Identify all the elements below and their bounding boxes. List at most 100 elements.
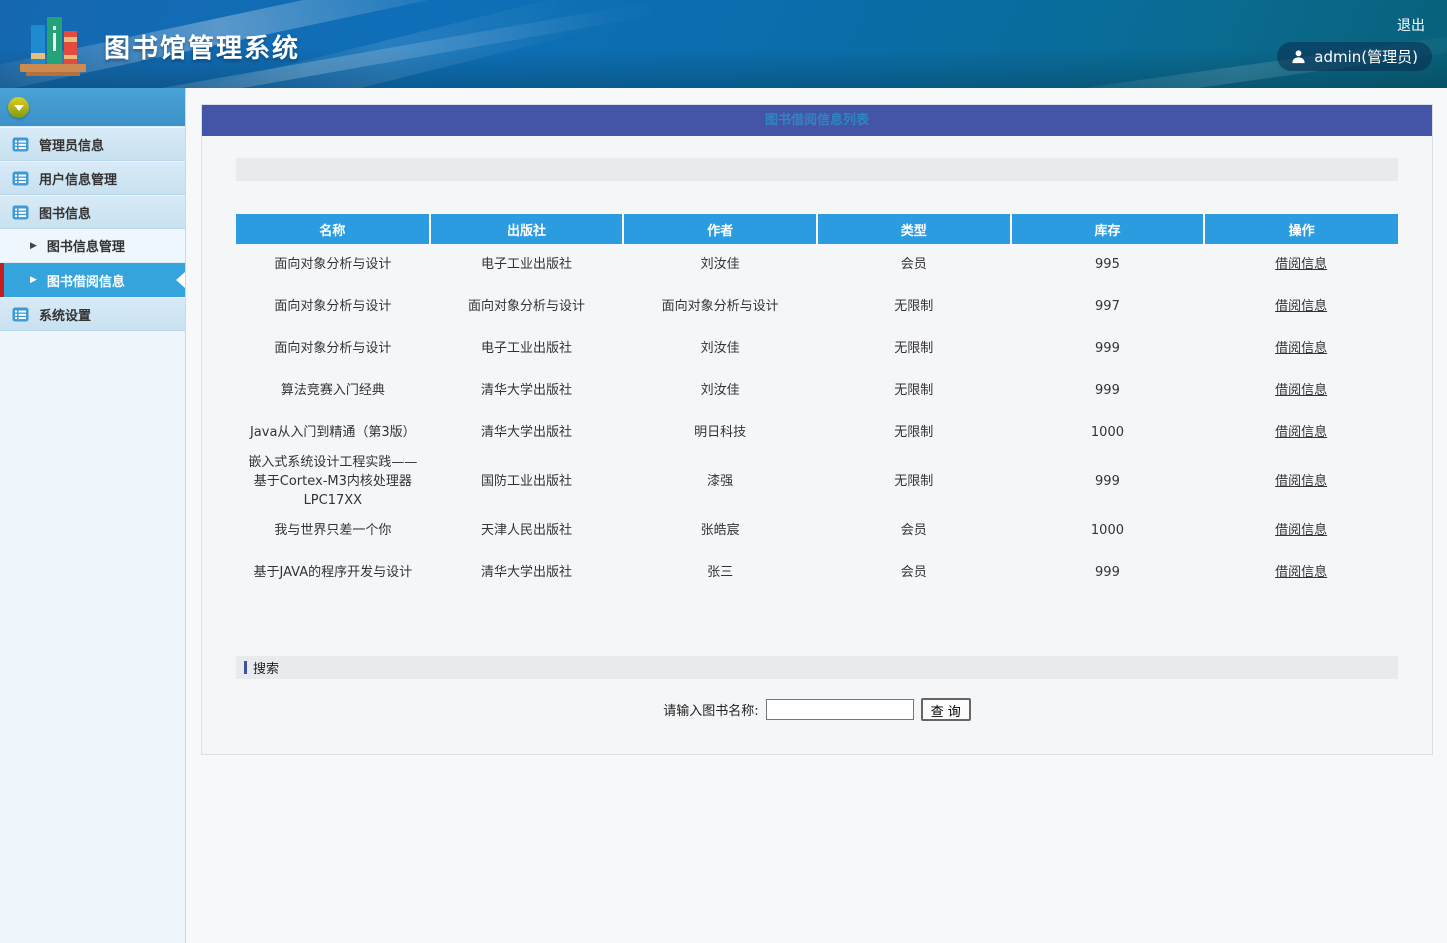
- table-cell: 面向对象分析与设计: [430, 286, 624, 328]
- table-cell: 无限制: [817, 412, 1011, 454]
- table-cell: 算法竞赛入门经典: [236, 370, 430, 412]
- borrow-info-link[interactable]: 借阅信息: [1275, 474, 1327, 489]
- panel-title: 图书借阅信息列表: [202, 105, 1432, 136]
- list-icon: [12, 306, 29, 323]
- table-cell-action: 借阅信息: [1204, 553, 1398, 595]
- main-area: 图书借阅信息列表 名称出版社作者类型库存操作 面向对象分析与设计电子工业出版社刘…: [186, 88, 1447, 943]
- table-cell: 明日科技: [623, 412, 817, 454]
- table-cell: 张三: [623, 553, 817, 595]
- column-header: 出版社: [430, 214, 624, 244]
- books-table: 名称出版社作者类型库存操作 面向对象分析与设计电子工业出版社刘汝佳会员995借阅…: [236, 214, 1398, 595]
- column-header: 库存: [1011, 214, 1205, 244]
- sidebar-item-label: 系统设置: [39, 305, 91, 324]
- bookshelf-logo-icon: [18, 11, 88, 81]
- table-cell: 电子工业出版社: [430, 244, 624, 286]
- table-cell: 1000: [1011, 511, 1205, 553]
- arrow-right-icon: ▶: [30, 241, 37, 251]
- table-row: 算法竞赛入门经典清华大学出版社刘汝佳无限制999 借阅信息: [236, 370, 1398, 412]
- search-section-header: 搜索: [236, 656, 1398, 679]
- table-cell: 嵌入式系统设计工程实践——基于Cortex-M3内核处理器LPC17XX: [236, 454, 430, 511]
- table-cell-action: 借阅信息: [1204, 244, 1398, 286]
- table-cell: 我与世界只差一个你: [236, 511, 430, 553]
- table-cell: 1000: [1011, 412, 1205, 454]
- table-cell: 刘汝佳: [623, 244, 817, 286]
- sidebar-item-user-info[interactable]: 用户信息管理: [0, 161, 185, 195]
- sidebar: 管理员信息 用户信息管理: [0, 88, 186, 943]
- borrow-info-link[interactable]: 借阅信息: [1275, 383, 1327, 398]
- table-cell: 无限制: [817, 454, 1011, 511]
- user-badge[interactable]: admin(管理员): [1277, 42, 1432, 71]
- list-icon: [12, 136, 29, 153]
- sidebar-item-label: 用户信息管理: [39, 169, 117, 188]
- sidebar-toggle-bar: [0, 88, 185, 127]
- table-cell: 无限制: [817, 286, 1011, 328]
- table-cell-action: 借阅信息: [1204, 511, 1398, 553]
- table-cell: 清华大学出版社: [430, 370, 624, 412]
- borrow-info-link[interactable]: 借阅信息: [1275, 523, 1327, 538]
- table-cell: 刘汝佳: [623, 370, 817, 412]
- toolbar-placeholder: [236, 158, 1398, 181]
- table-cell: 清华大学出版社: [430, 553, 624, 595]
- sidebar-item-book-info-manage[interactable]: ▶ 图书信息管理: [0, 229, 185, 263]
- table-cell: 会员: [817, 244, 1011, 286]
- table-cell-action: 借阅信息: [1204, 370, 1398, 412]
- table-row: 面向对象分析与设计电子工业出版社刘汝佳会员995借阅信息: [236, 244, 1398, 286]
- table-row: 基于JAVA的程序开发与设计清华大学出版社张三会员999借阅信息: [236, 553, 1398, 595]
- table-cell: 漆强: [623, 454, 817, 511]
- app-title: 图书馆管理系统: [104, 28, 300, 65]
- table-cell: 无限制: [817, 370, 1011, 412]
- section-accent-bar: [244, 661, 247, 674]
- book-name-input[interactable]: [766, 699, 914, 720]
- search-label: 请输入图书名称:: [663, 700, 758, 719]
- table-cell: 国防工业出版社: [430, 454, 624, 511]
- table-cell: 刘汝佳: [623, 328, 817, 370]
- sidebar-menu: 管理员信息 用户信息管理: [0, 127, 185, 331]
- borrow-info-link[interactable]: 借阅信息: [1275, 341, 1327, 356]
- table-body: 面向对象分析与设计电子工业出版社刘汝佳会员995借阅信息面向对象分析与设计面向对…: [236, 244, 1398, 595]
- sidebar-item-admin-info[interactable]: 管理员信息: [0, 127, 185, 161]
- table-row: 面向对象分析与设计面向对象分析与设计面向对象分析与设计无限制997借阅信息: [236, 286, 1398, 328]
- borrow-info-link[interactable]: 借阅信息: [1275, 257, 1327, 272]
- table-cell: 面向对象分析与设计: [623, 286, 817, 328]
- sidebar-item-label: 图书信息管理: [47, 236, 125, 255]
- search-button[interactable]: 查 询: [921, 698, 971, 721]
- table-cell: Java从入门到精通（第3版）: [236, 412, 430, 454]
- list-icon: [12, 170, 29, 187]
- borrow-info-link[interactable]: 借阅信息: [1275, 425, 1327, 440]
- user-name-label: admin(管理员): [1314, 46, 1418, 67]
- table-row: Java从入门到精通（第3版）清华大学出版社明日科技无限制1000借阅信息: [236, 412, 1398, 454]
- table-cell-action: 借阅信息: [1204, 454, 1398, 511]
- sidebar-collapse-button[interactable]: [8, 97, 29, 118]
- sidebar-item-label: 管理员信息: [39, 135, 104, 154]
- table-cell: 999: [1011, 370, 1205, 412]
- table-cell: 会员: [817, 553, 1011, 595]
- table-row: 面向对象分析与设计电子工业出版社刘汝佳无限制999借阅信息: [236, 328, 1398, 370]
- table-cell: 无限制: [817, 328, 1011, 370]
- column-header: 名称: [236, 214, 430, 244]
- table-cell: 999: [1011, 553, 1205, 595]
- sidebar-item-system-settings[interactable]: 系统设置: [0, 297, 185, 331]
- table-header-row: 名称出版社作者类型库存操作: [236, 214, 1398, 244]
- borrow-info-link[interactable]: 借阅信息: [1275, 299, 1327, 314]
- arrow-right-icon: ▶: [30, 275, 37, 285]
- sidebar-item-label: 图书信息: [39, 203, 91, 222]
- search-section-label: 搜索: [253, 658, 279, 677]
- borrow-info-link[interactable]: 借阅信息: [1275, 565, 1327, 580]
- table-cell: 会员: [817, 511, 1011, 553]
- table-cell-action: 借阅信息: [1204, 328, 1398, 370]
- sidebar-item-book-info[interactable]: 图书信息: [0, 195, 185, 229]
- chevron-down-icon: [14, 105, 24, 111]
- table-cell: 面向对象分析与设计: [236, 328, 430, 370]
- table-row: 嵌入式系统设计工程实践——基于Cortex-M3内核处理器LPC17XX国防工业…: [236, 454, 1398, 511]
- table-cell-action: 借阅信息: [1204, 286, 1398, 328]
- table-cell: 面向对象分析与设计: [236, 286, 430, 328]
- sidebar-item-label: 图书借阅信息: [47, 271, 125, 290]
- sidebar-item-book-borrow-info[interactable]: ▶ 图书借阅信息: [0, 263, 185, 297]
- table-cell: 999: [1011, 454, 1205, 511]
- table-cell-action: 借阅信息: [1204, 412, 1398, 454]
- table-cell: 天津人民出版社: [430, 511, 624, 553]
- header-light-streak: [0, 1, 656, 88]
- table-cell: 999: [1011, 328, 1205, 370]
- logout-link[interactable]: 退出: [1397, 15, 1425, 35]
- table-cell: 995: [1011, 244, 1205, 286]
